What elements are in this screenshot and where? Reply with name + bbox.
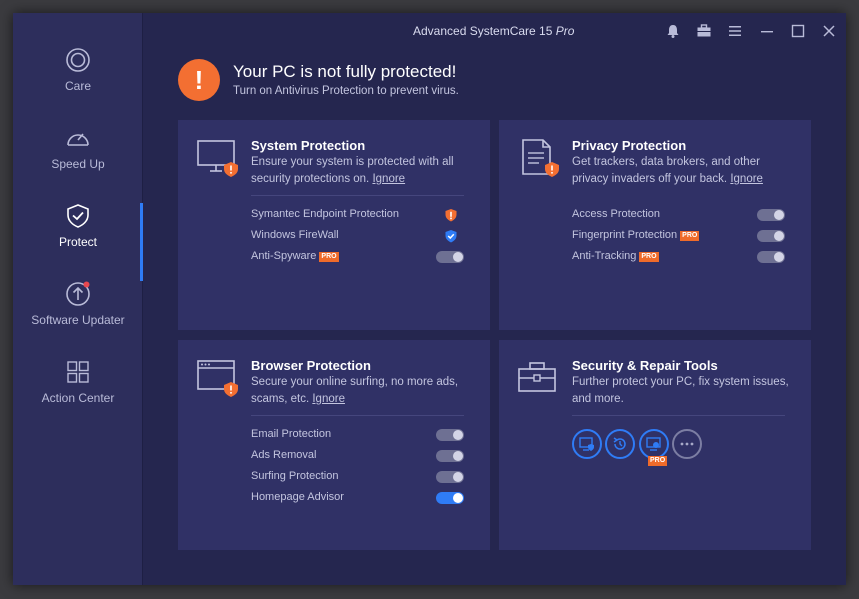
ignore-link[interactable]: Ignore bbox=[730, 173, 763, 185]
more-icon bbox=[680, 442, 694, 446]
list-item: Access Protection bbox=[572, 207, 785, 223]
grid-icon bbox=[67, 361, 89, 383]
sidebar: Care Speed Up Protect Software Updater A… bbox=[13, 13, 143, 585]
list-item: Ads Removal bbox=[251, 448, 464, 464]
monitor-shield-icon bbox=[579, 437, 594, 451]
pro-badge: PRO bbox=[639, 252, 659, 262]
divider bbox=[251, 415, 464, 416]
app-window: Care Speed Up Protect Software Updater A… bbox=[13, 13, 846, 585]
sidebar-item-label: Speed Up bbox=[51, 157, 105, 171]
ignore-link[interactable]: Ignore bbox=[312, 393, 345, 405]
divider bbox=[251, 195, 464, 196]
toolbox-icon[interactable] bbox=[696, 23, 712, 39]
list-item: Surfing Protection bbox=[251, 469, 464, 485]
update-arrow-icon bbox=[66, 281, 90, 306]
anti-tracking-toggle[interactable] bbox=[757, 251, 785, 263]
warning-icon: ! bbox=[178, 59, 220, 101]
surfing-protection-toggle[interactable] bbox=[436, 471, 464, 483]
list-item: Anti-Tracking PRO bbox=[572, 249, 785, 265]
card-title: System Protection bbox=[251, 138, 366, 153]
ignore-link[interactable]: Ignore bbox=[372, 173, 405, 185]
divider bbox=[572, 415, 785, 416]
shield-check-icon bbox=[67, 204, 89, 228]
card-title: Browser Protection bbox=[251, 358, 371, 373]
tool-button-monitor[interactable] bbox=[572, 429, 602, 459]
card-title: Privacy Protection bbox=[572, 138, 687, 153]
list-item: Email Protection bbox=[251, 427, 464, 443]
list-item: Fingerprint Protection PRO bbox=[572, 228, 785, 244]
shield-warning-icon[interactable] bbox=[444, 208, 458, 222]
tool-button-screen-protect[interactable] bbox=[639, 429, 669, 459]
sidebar-item-label: Software Updater bbox=[31, 313, 125, 327]
toolbox-icon bbox=[518, 362, 556, 392]
pro-badge: PRO bbox=[319, 252, 339, 262]
pro-badge: PRO bbox=[648, 456, 668, 466]
sidebar-item-label: Action Center bbox=[41, 391, 115, 405]
sidebar-item-care[interactable]: Care bbox=[13, 47, 143, 125]
page-title: Your PC is not fully protected! bbox=[233, 62, 457, 81]
fingerprint-protection-toggle[interactable] bbox=[757, 230, 785, 242]
close-icon[interactable] bbox=[821, 23, 837, 39]
security-tools-card: Security & Repair Tools Further protect … bbox=[499, 340, 811, 550]
tool-button-restore[interactable] bbox=[605, 429, 635, 459]
email-protection-toggle[interactable] bbox=[436, 429, 464, 441]
access-protection-toggle[interactable] bbox=[757, 209, 785, 221]
card-title: Security & Repair Tools bbox=[572, 358, 718, 373]
restore-icon bbox=[613, 437, 626, 450]
card-description: Further protect your PC, fix system issu… bbox=[572, 376, 789, 405]
shield-check-icon bbox=[445, 230, 457, 243]
monitor-warning-icon bbox=[197, 140, 238, 177]
menu-icon[interactable] bbox=[727, 23, 743, 39]
card-description: Secure your online surfing, no more ads,… bbox=[251, 376, 459, 405]
title-bar: Advanced SystemCare 15 Pro bbox=[143, 13, 846, 49]
list-item: Windows FireWall bbox=[251, 228, 464, 244]
privacy-protection-card: Privacy Protection Get trackers, data br… bbox=[499, 120, 811, 330]
ads-removal-toggle[interactable] bbox=[436, 450, 464, 462]
sidebar-item-speed-up[interactable]: Speed Up bbox=[13, 125, 143, 203]
card-description: Get trackers, data brokers, and other pr… bbox=[572, 156, 763, 185]
page-subtitle: Turn on Antivirus Protection to prevent … bbox=[233, 85, 459, 97]
card-description: Ensure your system is protected with all… bbox=[251, 156, 454, 185]
pro-badge: PRO bbox=[680, 231, 700, 241]
window-title: Advanced SystemCare 15 Pro bbox=[413, 24, 575, 38]
sidebar-item-action-center[interactable]: Action Center bbox=[13, 359, 143, 437]
maximize-icon[interactable] bbox=[790, 23, 806, 39]
system-protection-card: System Protection Ensure your system is … bbox=[178, 120, 490, 330]
sidebar-item-protect[interactable]: Protect bbox=[13, 203, 143, 281]
browser-warning-icon bbox=[197, 360, 238, 397]
sidebar-item-label: Protect bbox=[58, 235, 97, 249]
anti-spyware-toggle[interactable] bbox=[436, 251, 464, 263]
minimize-icon[interactable] bbox=[759, 23, 775, 39]
list-item: Homepage Advisor bbox=[251, 490, 464, 506]
sidebar-item-software-updater[interactable]: Software Updater bbox=[13, 281, 143, 359]
list-item: Anti-Spyware PRO bbox=[251, 249, 464, 265]
care-icon bbox=[66, 48, 90, 72]
document-warning-icon bbox=[522, 139, 559, 177]
sidebar-item-label: Care bbox=[64, 79, 91, 93]
speedometer-icon bbox=[67, 133, 89, 146]
browser-protection-card: Browser Protection Secure your online su… bbox=[178, 340, 490, 550]
bell-icon[interactable] bbox=[665, 23, 681, 39]
list-item: Symantec Endpoint Protection bbox=[251, 207, 464, 223]
homepage-advisor-toggle[interactable] bbox=[436, 492, 464, 504]
screen-lock-icon bbox=[646, 437, 661, 451]
more-tools-button[interactable] bbox=[672, 429, 702, 459]
